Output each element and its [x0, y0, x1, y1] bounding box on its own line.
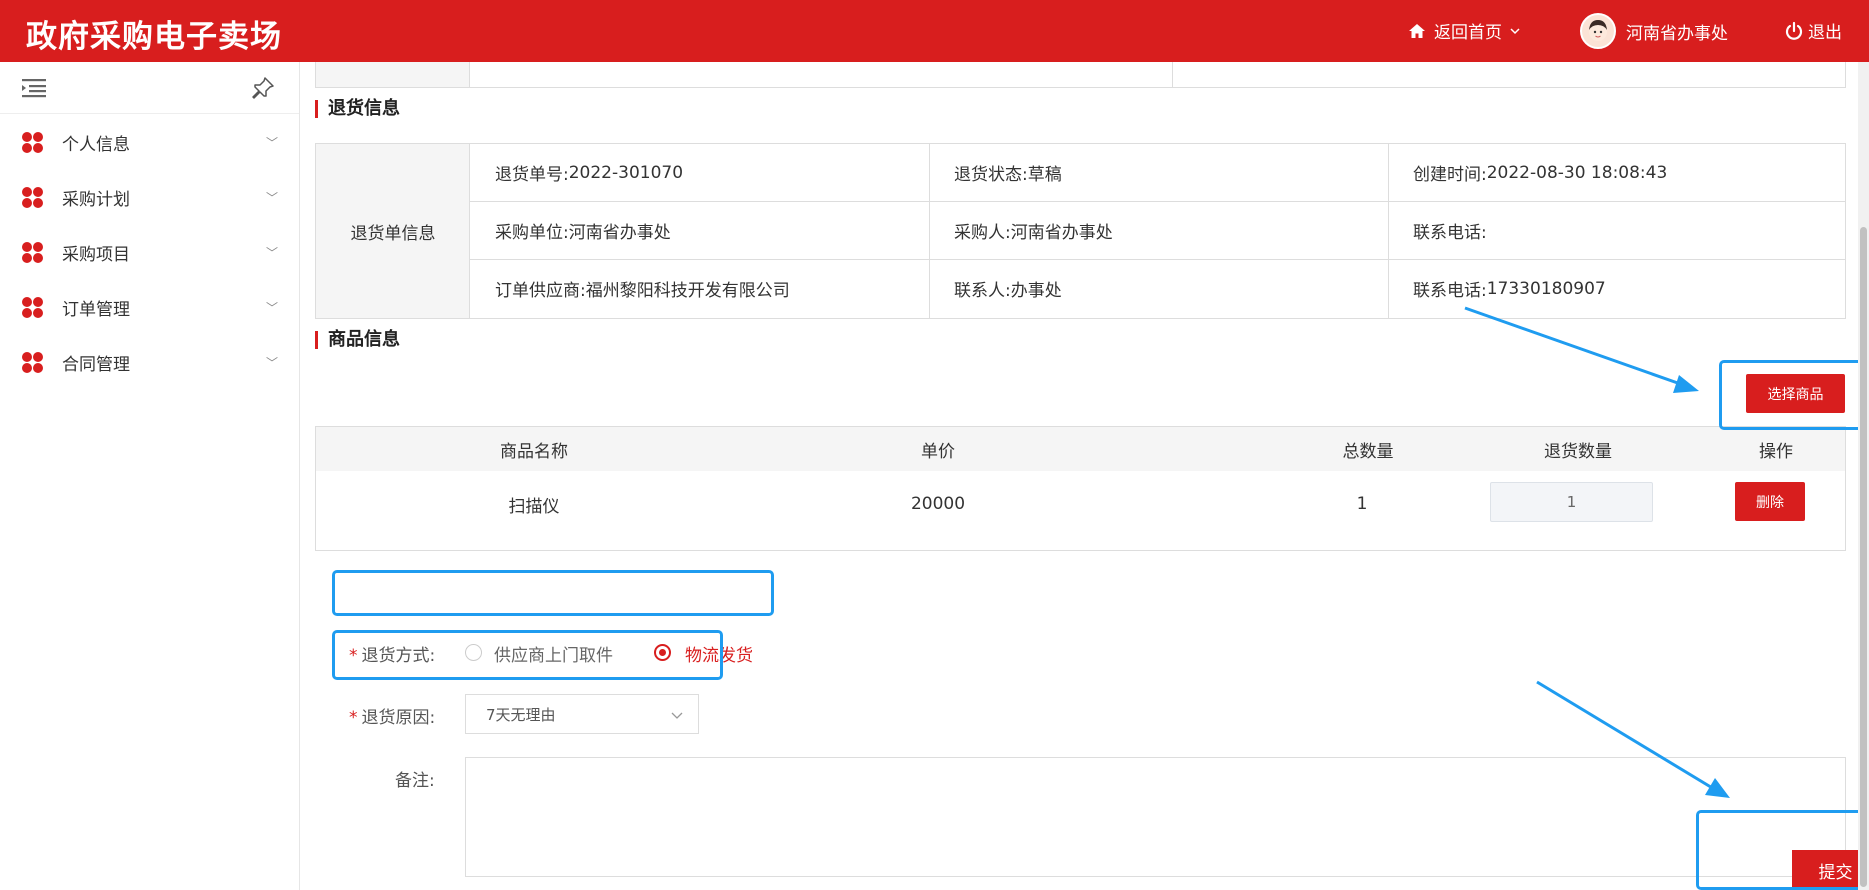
field-label: 联系人: — [954, 281, 1011, 301]
power-icon — [1785, 21, 1803, 40]
field-label: 联系电话: — [1413, 223, 1487, 243]
top-header: 政府采购电子卖场 返回首页 河南省办事处 退出 — [0, 0, 1869, 62]
sidebar-item-label: 合同管理 — [62, 355, 130, 375]
sidebar-item-personal-info[interactable]: 个人信息 ﹀ — [0, 115, 300, 170]
return-qty-input[interactable]: 1 — [1490, 482, 1653, 522]
main-content: 退货信息 退货单信息 退货单号: 2022-301070 退货状态: 草稿 创建… — [301, 62, 1869, 890]
sidebar-item-label: 订单管理 — [62, 300, 130, 320]
field-value: 2022-08-30 18:08:43 — [1486, 162, 1668, 183]
chevron-down-icon: ﹀ — [266, 136, 279, 150]
chevron-down-icon: ﹀ — [266, 246, 279, 260]
section-title-goods-info: 商品信息 — [315, 331, 400, 349]
return-reason-value: 7天无理由 — [486, 705, 556, 724]
avatar — [1580, 13, 1616, 49]
remark-textarea-box[interactable] — [465, 757, 1846, 877]
sidebar-item-label: 采购计划 — [62, 190, 130, 210]
field-order-supplier: 订单供应商: 福州黎阳科技开发有限公司 — [495, 260, 790, 317]
sidebar-item-purchase-project[interactable]: 采购项目 ﹀ — [0, 225, 300, 280]
chevron-down-icon: ﹀ — [266, 356, 279, 370]
field-purchasing-unit: 采购单位: 河南省办事处 — [495, 202, 671, 259]
sidebar: 个人信息 ﹀ 采购计划 ﹀ 采购项目 ﹀ 订单管理 ﹀ 合同管理 ﹀ — [0, 62, 300, 890]
home-menu[interactable]: 返回首页 — [1408, 18, 1522, 43]
field-contact-person: 联系人: 办事处 — [954, 260, 1062, 317]
remark-label: 备注: — [395, 771, 435, 791]
section-title-return-info: 退货信息 — [315, 100, 400, 118]
sidebar-toolbar — [0, 62, 299, 114]
sidebar-item-label: 个人信息 — [62, 135, 130, 155]
user-name: 河南省办事处 — [1626, 23, 1728, 44]
chevron-down-icon — [671, 712, 683, 719]
clover-icon — [22, 296, 44, 319]
sidebar-item-contract-management[interactable]: 合同管理 ﹀ — [0, 335, 300, 390]
field-label: 退货单号: — [495, 165, 569, 185]
sidebar-item-purchase-plan[interactable]: 采购计划 ﹀ — [0, 170, 300, 225]
field-purchaser: 采购人: 河南省办事处 — [954, 202, 1113, 259]
clover-icon — [22, 241, 44, 264]
return-reason-select[interactable]: 7天无理由 — [465, 694, 699, 734]
column-header-name: 商品名称 — [500, 441, 568, 462]
scrollbar-thumb[interactable] — [1860, 227, 1867, 887]
field-value: 2022-301070 — [568, 162, 684, 183]
home-label: 返回首页 — [1434, 23, 1502, 43]
app-title: 政府采购电子卖场 — [26, 19, 282, 55]
chevron-down-icon — [1510, 27, 1520, 34]
return-info-row-header: 退货单信息 — [350, 223, 436, 244]
home-icon — [1409, 23, 1425, 38]
annotation-box-select-goods — [1719, 360, 1867, 430]
return-info-table: 退货单信息 退货单号: 2022-301070 退货状态: 草稿 创建时间: 2… — [315, 143, 1846, 319]
user-avatar-icon — [1589, 20, 1607, 41]
field-value: 草稿 — [1027, 165, 1062, 185]
field-value: 河南省办事处 — [1010, 223, 1113, 243]
table-row: 扫描仪 20000 1 1 删除 — [316, 471, 1845, 550]
field-created-time: 创建时间: 2022-08-30 18:08:43 — [1413, 144, 1667, 201]
field-value: 福州黎阳科技开发有限公司 — [585, 281, 790, 301]
goods-price: 20000 — [910, 494, 966, 514]
clover-icon — [22, 131, 44, 154]
annotation-box-submit — [1696, 810, 1866, 890]
menu-collapse-icon[interactable] — [22, 78, 46, 98]
goods-name: 扫描仪 — [508, 496, 560, 517]
chevron-down-icon: ﹀ — [266, 191, 279, 205]
field-label: 采购单位: — [495, 223, 569, 243]
field-value: 17330180907 — [1486, 278, 1606, 299]
field-return-number: 退货单号: 2022-301070 — [495, 144, 683, 201]
field-contact-phone: 联系电话: — [1413, 202, 1487, 259]
arrow-to-select-goods — [1464, 306, 1699, 393]
field-label: 创建时间: — [1413, 165, 1487, 185]
sidebar-item-label: 采购项目 — [62, 245, 130, 265]
scrollbar-track[interactable] — [1858, 62, 1869, 890]
field-supplier-phone: 联系电话: 17330180907 — [1413, 260, 1606, 317]
previous-table-remnant — [315, 62, 1846, 88]
delete-button[interactable]: 删除 — [1735, 482, 1805, 521]
field-label: 联系电话: — [1413, 281, 1487, 301]
column-header-price: 单价 — [921, 441, 955, 462]
goods-table: 商品名称 单价 总数量 退货数量 操作 扫描仪 20000 1 1 删除 — [315, 426, 1846, 551]
field-value: 河南省办事处 — [568, 223, 671, 243]
sidebar-item-order-management[interactable]: 订单管理 ﹀ — [0, 280, 300, 335]
field-value: 办事处 — [1010, 281, 1062, 301]
user-menu[interactable]: 河南省办事处 — [1580, 13, 1728, 49]
clover-icon — [22, 351, 44, 374]
logout-button[interactable]: 退出 — [1784, 18, 1842, 43]
return-reason-label: * 退货原因: — [349, 708, 436, 728]
field-label: 退货状态: — [954, 165, 1028, 185]
logout-label: 退出 — [1808, 23, 1842, 43]
field-label: 采购人: — [954, 223, 1011, 243]
clover-icon — [22, 186, 44, 209]
annotation-box-return-method — [332, 570, 774, 616]
chevron-down-icon: ﹀ — [266, 301, 279, 315]
pin-icon[interactable] — [251, 76, 275, 100]
field-return-status: 退货状态: 草稿 — [954, 144, 1062, 201]
field-label: 订单供应商: — [495, 281, 586, 301]
annotation-box-return-reason — [332, 630, 723, 680]
